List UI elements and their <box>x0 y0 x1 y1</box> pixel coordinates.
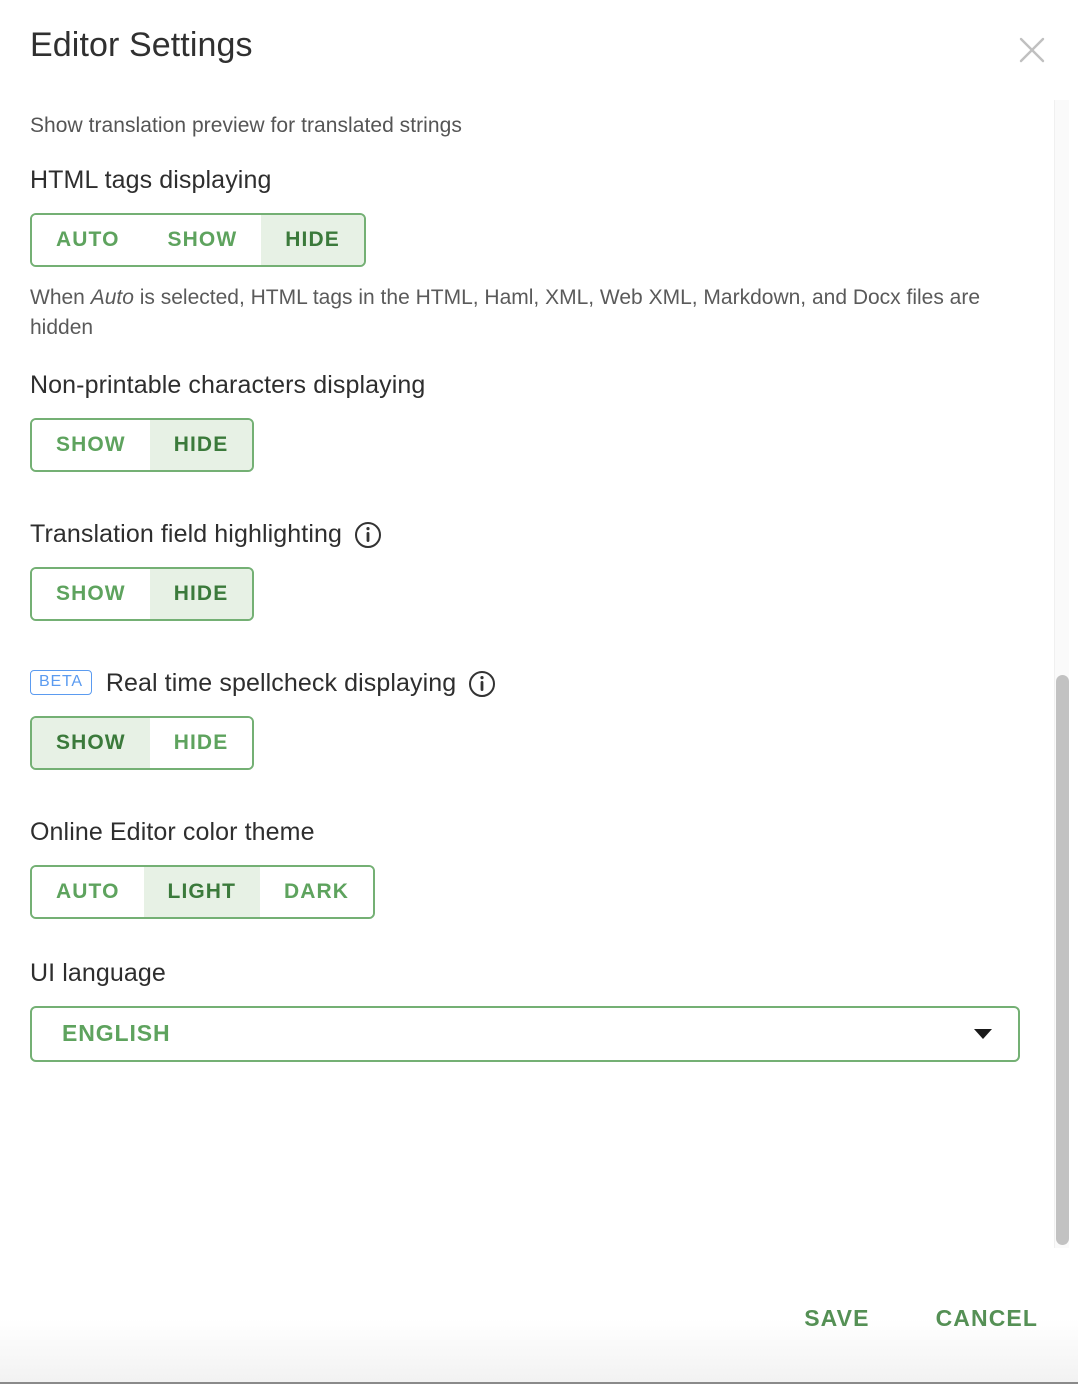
non-printable-option-hide[interactable]: HIDE <box>150 420 253 470</box>
helper-prefix: When <box>30 286 91 309</box>
field-highlighting-label: Translation field highlighting <box>30 520 1018 549</box>
html-tags-helper-text: When Auto is selected, HTML tags in the … <box>30 283 1018 343</box>
html-tags-option-hide[interactable]: HIDE <box>261 215 364 265</box>
spellcheck-toggle-group[interactable]: SHOW HIDE <box>30 716 254 770</box>
settings-scroll-area[interactable]: Show translation preview for translated … <box>0 98 1078 1273</box>
translation-preview-label: Show translation preview for translated … <box>30 114 1018 138</box>
ui-language-label: UI language <box>30 959 1018 988</box>
field-highlighting-option-hide[interactable]: HIDE <box>150 569 253 619</box>
section-html-tags: HTML tags displaying AUTO SHOW HIDE When… <box>30 166 1018 343</box>
non-printable-label: Non-printable characters displaying <box>30 371 1018 400</box>
page-title: Editor Settings <box>30 26 253 65</box>
helper-suffix: is selected, HTML tags in the HTML, Haml… <box>30 286 980 339</box>
non-printable-option-show[interactable]: SHOW <box>32 420 150 470</box>
color-theme-option-dark[interactable]: DARK <box>260 867 373 917</box>
scrollbar-thumb[interactable] <box>1056 675 1069 1245</box>
close-icon <box>1017 35 1047 65</box>
color-theme-label: Online Editor color theme <box>30 818 1018 847</box>
field-highlighting-toggle-group[interactable]: SHOW HIDE <box>30 567 254 621</box>
section-non-printable: Non-printable characters displaying SHOW… <box>30 371 1018 472</box>
section-spellcheck: BETA Real time spellcheck displaying SHO… <box>30 669 1018 770</box>
color-theme-option-auto[interactable]: AUTO <box>32 867 144 917</box>
ui-language-select[interactable]: ENGLISH <box>30 1006 1020 1062</box>
html-tags-option-auto[interactable]: AUTO <box>32 215 144 265</box>
field-highlighting-option-show[interactable]: SHOW <box>32 569 150 619</box>
beta-badge: BETA <box>30 670 92 695</box>
helper-italic-auto: Auto <box>91 286 134 309</box>
non-printable-toggle-group[interactable]: SHOW HIDE <box>30 418 254 472</box>
close-button[interactable] <box>1010 28 1054 72</box>
ui-language-value: ENGLISH <box>32 1020 171 1047</box>
dialog-header: Editor Settings <box>0 0 1078 98</box>
html-tags-option-show[interactable]: SHOW <box>144 215 262 265</box>
info-icon[interactable] <box>468 670 496 698</box>
spellcheck-option-show[interactable]: SHOW <box>32 718 150 768</box>
html-tags-toggle-group[interactable]: AUTO SHOW HIDE <box>30 213 366 267</box>
html-tags-label: HTML tags displaying <box>30 166 1018 195</box>
info-icon[interactable] <box>354 521 382 549</box>
dialog-footer: SAVE CANCEL <box>0 1273 1078 1384</box>
section-ui-language: UI language ENGLISH <box>30 959 1018 1062</box>
section-color-theme: Online Editor color theme AUTO LIGHT DAR… <box>30 818 1018 919</box>
editor-settings-dialog: Editor Settings Show translation preview… <box>0 0 1078 1384</box>
section-field-highlighting: Translation field highlighting SHOW HIDE <box>30 520 1018 621</box>
vertical-scrollbar[interactable] <box>1054 100 1069 1248</box>
save-button[interactable]: SAVE <box>798 1297 875 1340</box>
spellcheck-label: BETA Real time spellcheck displaying <box>30 669 1018 698</box>
color-theme-option-light[interactable]: LIGHT <box>144 867 261 917</box>
cancel-button[interactable]: CANCEL <box>930 1297 1044 1340</box>
chevron-down-icon <box>974 1029 992 1039</box>
spellcheck-option-hide[interactable]: HIDE <box>150 718 253 768</box>
footer-actions: SAVE CANCEL <box>798 1297 1044 1340</box>
color-theme-toggle-group[interactable]: AUTO LIGHT DARK <box>30 865 375 919</box>
